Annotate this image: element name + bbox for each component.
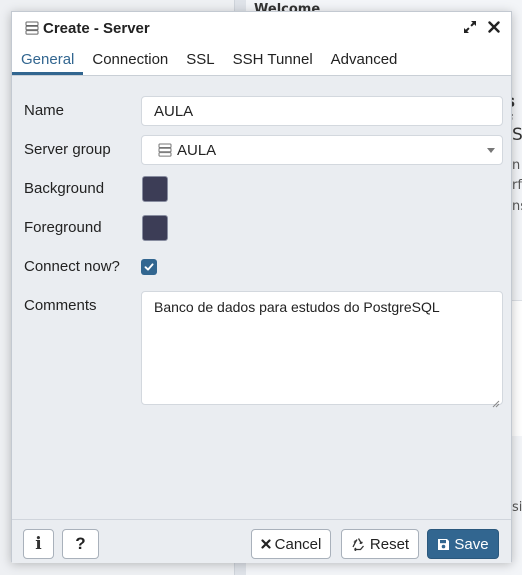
save-label: Save (454, 535, 489, 553)
tab-ssh-tunnel[interactable]: SSH Tunnel (224, 43, 322, 75)
tab-connection[interactable]: Connection (83, 43, 177, 75)
welcome-text-fragment: sit (512, 500, 522, 515)
server-group-icon (158, 143, 172, 157)
chevron-down-icon[interactable] (487, 148, 495, 153)
general-form: Name AULA Server group AULA Background F… (12, 76, 511, 519)
tab-ssl[interactable]: SSL (177, 43, 223, 75)
dialog-tabs: General Connection SSL SSH Tunnel Advanc… (12, 44, 511, 76)
welcome-text-fragment: n (512, 158, 521, 173)
welcome-text-fragment: rfa (512, 178, 522, 193)
recycle-icon (351, 537, 366, 551)
dialog-title: Create - Server (43, 19, 150, 37)
dialog-footer: i ? Cancel Reset Save (12, 519, 511, 563)
connect-now-label: Connect now? (24, 258, 120, 275)
check-icon (144, 263, 154, 271)
cancel-button[interactable]: Cancel (251, 529, 331, 559)
info-button[interactable]: i (23, 529, 54, 559)
server-icon (25, 21, 39, 35)
comments-label: Comments (24, 297, 97, 314)
tab-advanced[interactable]: Advanced (322, 43, 407, 75)
comments-value: Banco de dados para estudos do PostgreSQ… (154, 299, 440, 315)
welcome-text-fragment: ns (512, 199, 522, 214)
welcome-text-fragment: S (512, 125, 522, 145)
name-label: Name (24, 102, 65, 119)
resize-grip-icon[interactable] (492, 394, 500, 408)
help-icon: ? (75, 534, 86, 553)
background-label: Background (24, 180, 105, 197)
server-group-select[interactable]: AULA (141, 135, 503, 165)
info-icon: i (35, 534, 42, 554)
reset-button[interactable]: Reset (341, 529, 419, 559)
reset-label: Reset (369, 535, 410, 553)
dialog-titlebar[interactable]: Create - Server (12, 12, 511, 44)
save-button[interactable]: Save (427, 529, 499, 559)
background-color-picker[interactable] (142, 176, 168, 202)
save-icon (437, 538, 450, 551)
cancel-label: Cancel (274, 535, 322, 553)
server-group-label: Server group (24, 141, 111, 158)
foreground-label: Foreground (24, 219, 102, 236)
foreground-color-picker[interactable] (142, 215, 168, 241)
comments-textarea[interactable]: Banco de dados para estudos do PostgreSQ… (141, 291, 503, 408)
close-icon (261, 539, 271, 549)
name-input[interactable]: AULA (141, 96, 503, 126)
expand-icon[interactable] (463, 19, 477, 35)
connect-now-checkbox[interactable] (141, 259, 157, 275)
close-icon[interactable] (487, 19, 501, 35)
tab-general[interactable]: General (12, 43, 84, 75)
server-group-value: AULA (177, 141, 217, 159)
help-button[interactable]: ? (62, 529, 99, 559)
create-server-dialog: Create - Server General Connection SSL S… (11, 11, 512, 563)
